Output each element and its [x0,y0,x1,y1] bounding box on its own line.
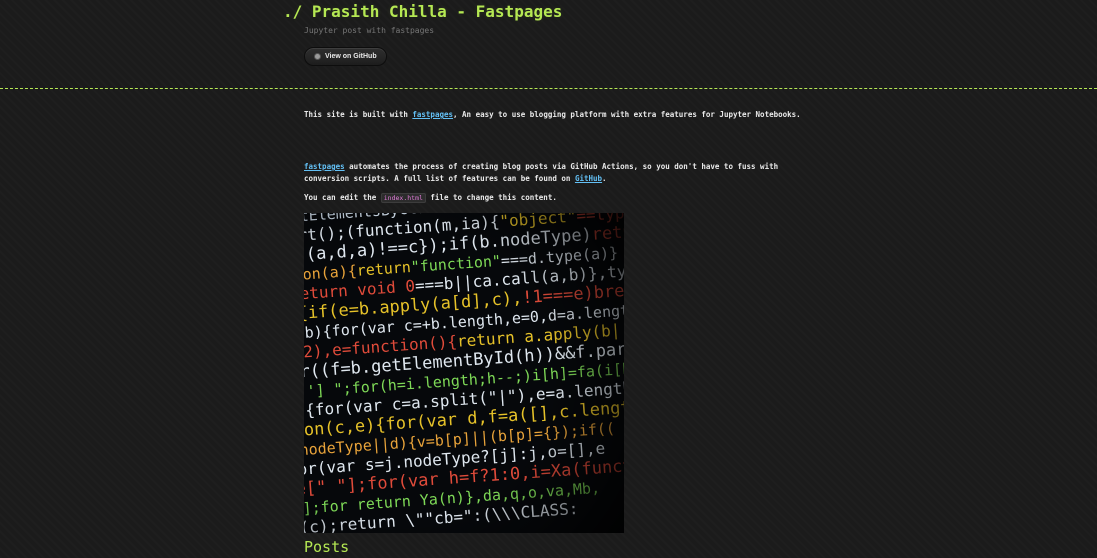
intro-text: . [602,174,607,183]
intro-text: file to change this content. [425,193,557,202]
intro-paragraph-1: This site is built with fastpages, An ea… [304,109,809,121]
code-image-art: tElementsByClassName=function(){rt();(fu… [304,213,624,533]
site-header: ./ Prasith Chilla - Fastpages Jupyter po… [0,0,1097,89]
fastpages-link[interactable]: fastpages [412,110,453,119]
view-on-github-button[interactable]: View on GitHub [304,47,387,66]
intro-text: You can edit the [304,193,381,202]
code-screenshot-image: tElementsByClassName=function(){rt();(fu… [304,213,624,533]
intro-paragraph-2: fastpages automates the process of creat… [304,161,809,185]
view-on-github-label: View on GitHub [325,53,377,60]
index-html-code: index.html [380,193,426,203]
intro-text: automates the process of creating blog p… [304,162,779,183]
github-icon [314,53,321,60]
site-title[interactable]: ./ Prasith Chilla - Fastpages [283,2,562,21]
github-link[interactable]: GitHub [575,174,602,183]
intro-text: , An easy to use blogging platform with … [453,110,801,119]
fastpages-link[interactable]: fastpages [304,162,345,171]
site-subtitle: Jupyter post with fastpages [304,26,435,35]
intro-paragraph-3: You can edit the index.html file to chan… [304,192,809,204]
posts-heading: Posts [304,538,350,556]
intro-text: This site is built with [304,110,413,119]
